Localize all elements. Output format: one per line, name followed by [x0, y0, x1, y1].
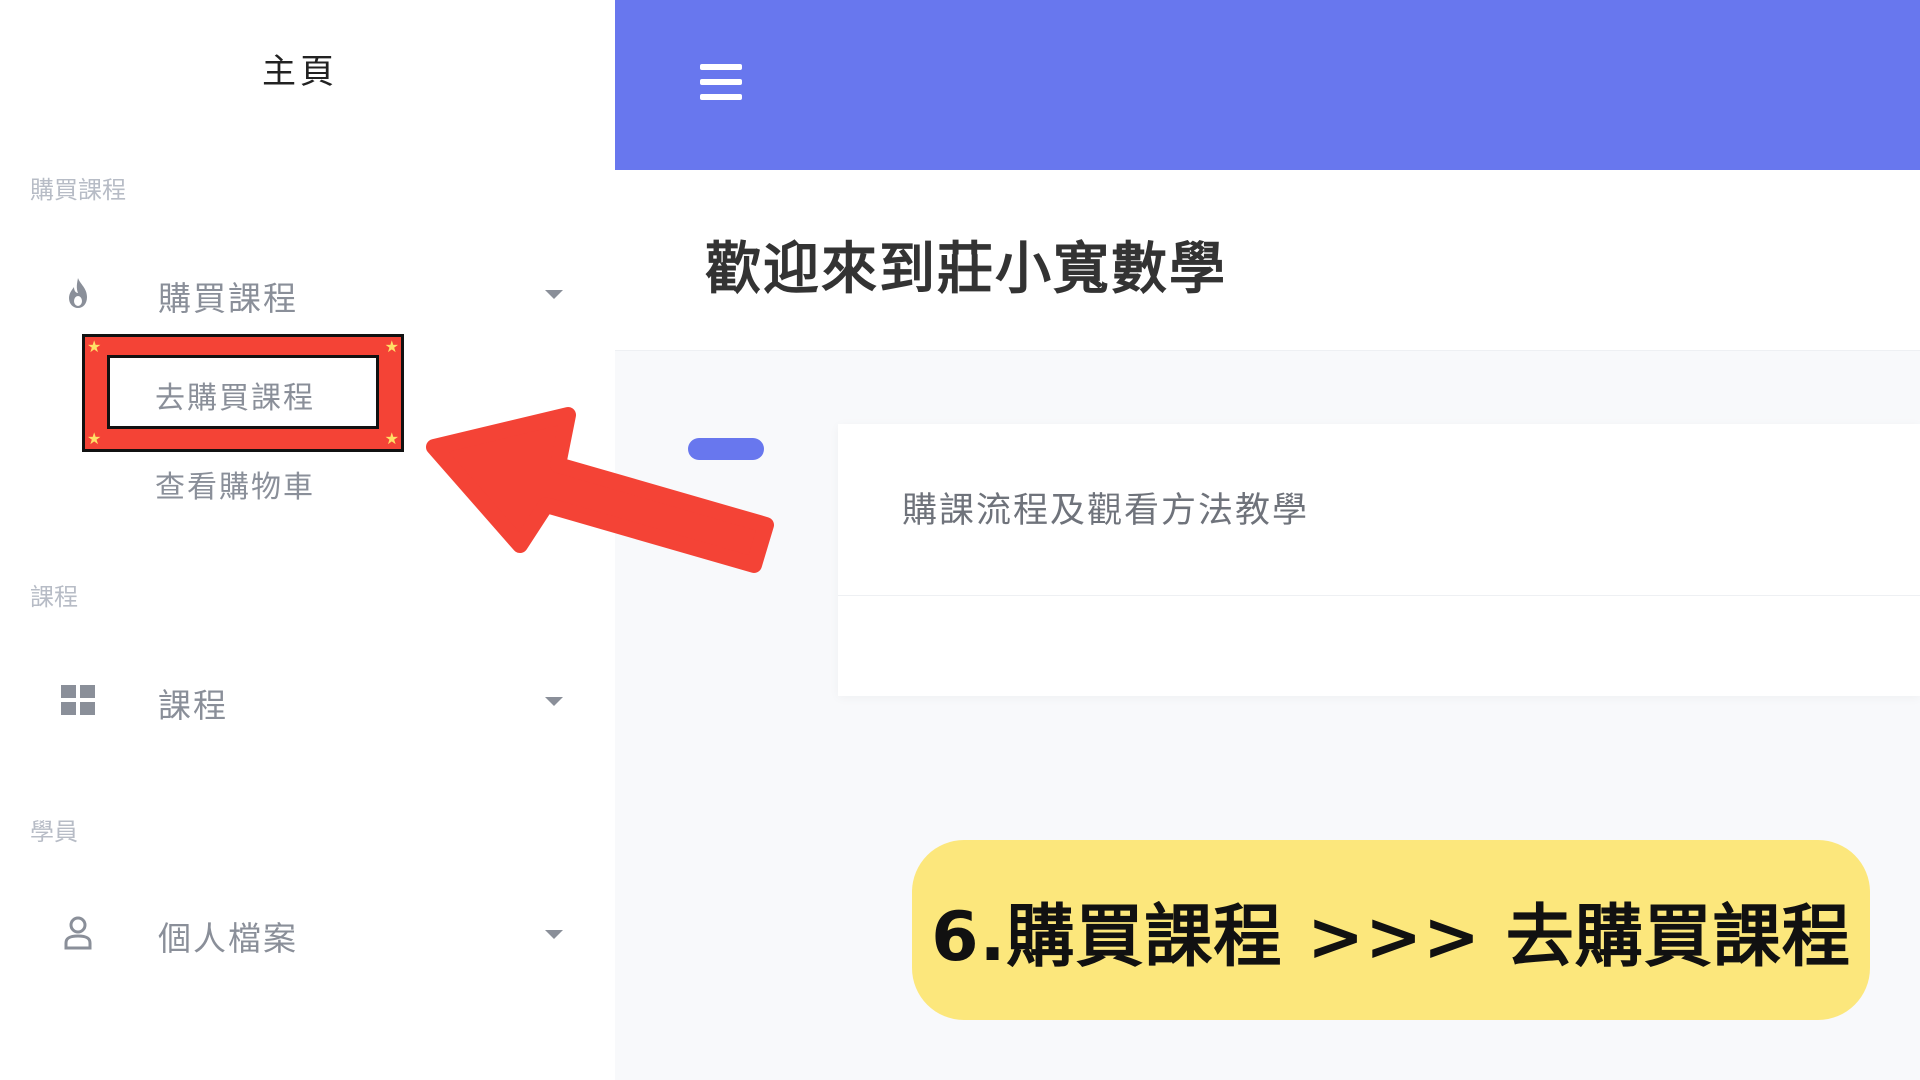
subitem-view-cart[interactable]: 查看購物車	[155, 462, 315, 506]
section-heading-students: 學員	[30, 818, 78, 846]
page-header: 歡迎來到莊小寬數學	[615, 170, 1920, 351]
section-heading-courses: 課程	[30, 583, 78, 611]
flame-icon	[60, 277, 96, 309]
chevron-down-icon	[545, 290, 563, 299]
sidebar-item-courses[interactable]: 課程	[0, 665, 600, 735]
user-icon	[60, 916, 96, 950]
page-title: 歡迎來到莊小寬數學	[705, 237, 1227, 302]
card-title[interactable]: 購課流程及觀看方法教學	[902, 482, 1309, 533]
hamburger-icon[interactable]	[700, 64, 742, 100]
chevron-down-icon	[545, 697, 563, 706]
grid-icon	[60, 684, 96, 716]
tutorial-card: 購課流程及觀看方法教學	[838, 424, 1920, 696]
section-heading-purchase: 購買課程	[30, 176, 126, 204]
pointer-arrow-icon	[426, 407, 774, 573]
star-icon: ★	[384, 337, 399, 356]
topbar	[615, 0, 1920, 170]
sidebar-brand-home[interactable]: 主頁	[0, 44, 600, 93]
chevron-down-icon	[545, 930, 563, 939]
instruction-caption: 6.購買課程 >>> 去購買課程	[912, 840, 1870, 1020]
star-icon: ★	[87, 337, 102, 356]
subitem-go-buy-courses[interactable]: 去購買課程	[155, 373, 315, 417]
star-icon: ★	[87, 429, 102, 448]
sidebar-item-label: 個人檔案	[158, 919, 298, 958]
card-divider	[838, 595, 1920, 596]
sidebar-item-label: 課程	[158, 686, 228, 725]
star-icon: ★	[384, 429, 399, 448]
sidebar-item-profile[interactable]: 個人檔案	[0, 898, 600, 968]
sidebar-item-purchase-courses[interactable]: 購買課程	[0, 258, 600, 328]
sidebar-item-label: 購買課程	[158, 279, 298, 318]
